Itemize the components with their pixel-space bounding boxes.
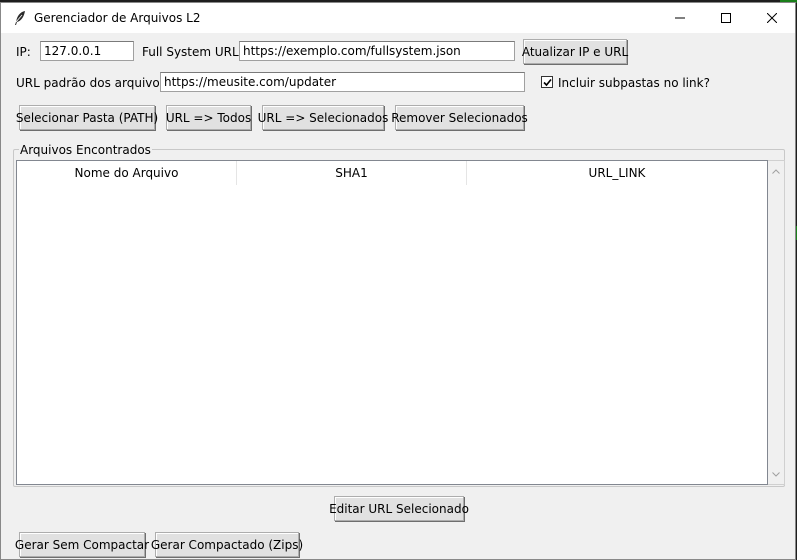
window-title: Gerenciador de Arquivos L2 bbox=[34, 11, 201, 25]
minimize-button[interactable] bbox=[657, 3, 703, 33]
app-window: Gerenciador de Arquivos L2 IP: 127.0.0.1… bbox=[0, 2, 796, 560]
column-header-url-link[interactable]: URL_LINK bbox=[467, 161, 767, 185]
vertical-scrollbar[interactable] bbox=[768, 160, 785, 485]
table-header: Nome do Arquivo SHA1 URL_LINK bbox=[17, 161, 767, 185]
close-button[interactable] bbox=[749, 3, 795, 33]
column-header-filename[interactable]: Nome do Arquivo bbox=[17, 161, 237, 185]
files-table[interactable]: Nome do Arquivo SHA1 URL_LINK bbox=[16, 160, 768, 485]
chevron-down-icon bbox=[772, 471, 780, 477]
remove-selected-button[interactable]: Remover Selecionados bbox=[391, 105, 528, 130]
files-group-label: Arquivos Encontrados bbox=[19, 143, 152, 157]
url-selected-button[interactable]: URL => Selecionados bbox=[258, 105, 388, 130]
generate-uncompressed-button[interactable]: Gerar Sem Compactar bbox=[15, 532, 149, 557]
generate-compressed-button[interactable]: Gerar Compactado (Zips) bbox=[151, 532, 303, 557]
url-all-button[interactable]: URL => Todos bbox=[166, 105, 251, 130]
close-icon bbox=[767, 13, 777, 23]
include-subfolders-checkbox[interactable] bbox=[541, 76, 553, 88]
checkmark-icon bbox=[542, 78, 552, 86]
minimize-icon bbox=[675, 17, 685, 19]
column-header-sha1[interactable]: SHA1 bbox=[237, 161, 467, 185]
feather-icon bbox=[15, 11, 25, 25]
update-ip-url-button[interactable]: Atualizar IP e URL bbox=[522, 39, 628, 64]
default-url-input[interactable]: https://meusite.com/updater bbox=[160, 72, 525, 92]
scroll-down-arrow[interactable] bbox=[768, 466, 784, 482]
ip-label: IP: bbox=[16, 45, 31, 59]
maximize-icon bbox=[721, 13, 731, 23]
full-system-url-label: Full System URL: bbox=[142, 45, 243, 59]
default-url-label: URL padrão dos arquivos: bbox=[16, 76, 171, 90]
edit-url-selected-button[interactable]: Editar URL Selecionado bbox=[329, 496, 469, 521]
include-subfolders-label: Incluir subpastas no link? bbox=[558, 76, 710, 90]
title-bar[interactable]: Gerenciador de Arquivos L2 bbox=[1, 3, 795, 33]
maximize-button[interactable] bbox=[703, 3, 749, 33]
chevron-up-icon bbox=[772, 168, 780, 174]
full-system-url-input[interactable]: https://exemplo.com/fullsystem.json bbox=[239, 41, 515, 61]
select-folder-button[interactable]: Selecionar Pasta (PATH) bbox=[16, 105, 158, 130]
ip-input[interactable]: 127.0.0.1 bbox=[40, 41, 134, 61]
scroll-up-arrow[interactable] bbox=[768, 163, 784, 179]
